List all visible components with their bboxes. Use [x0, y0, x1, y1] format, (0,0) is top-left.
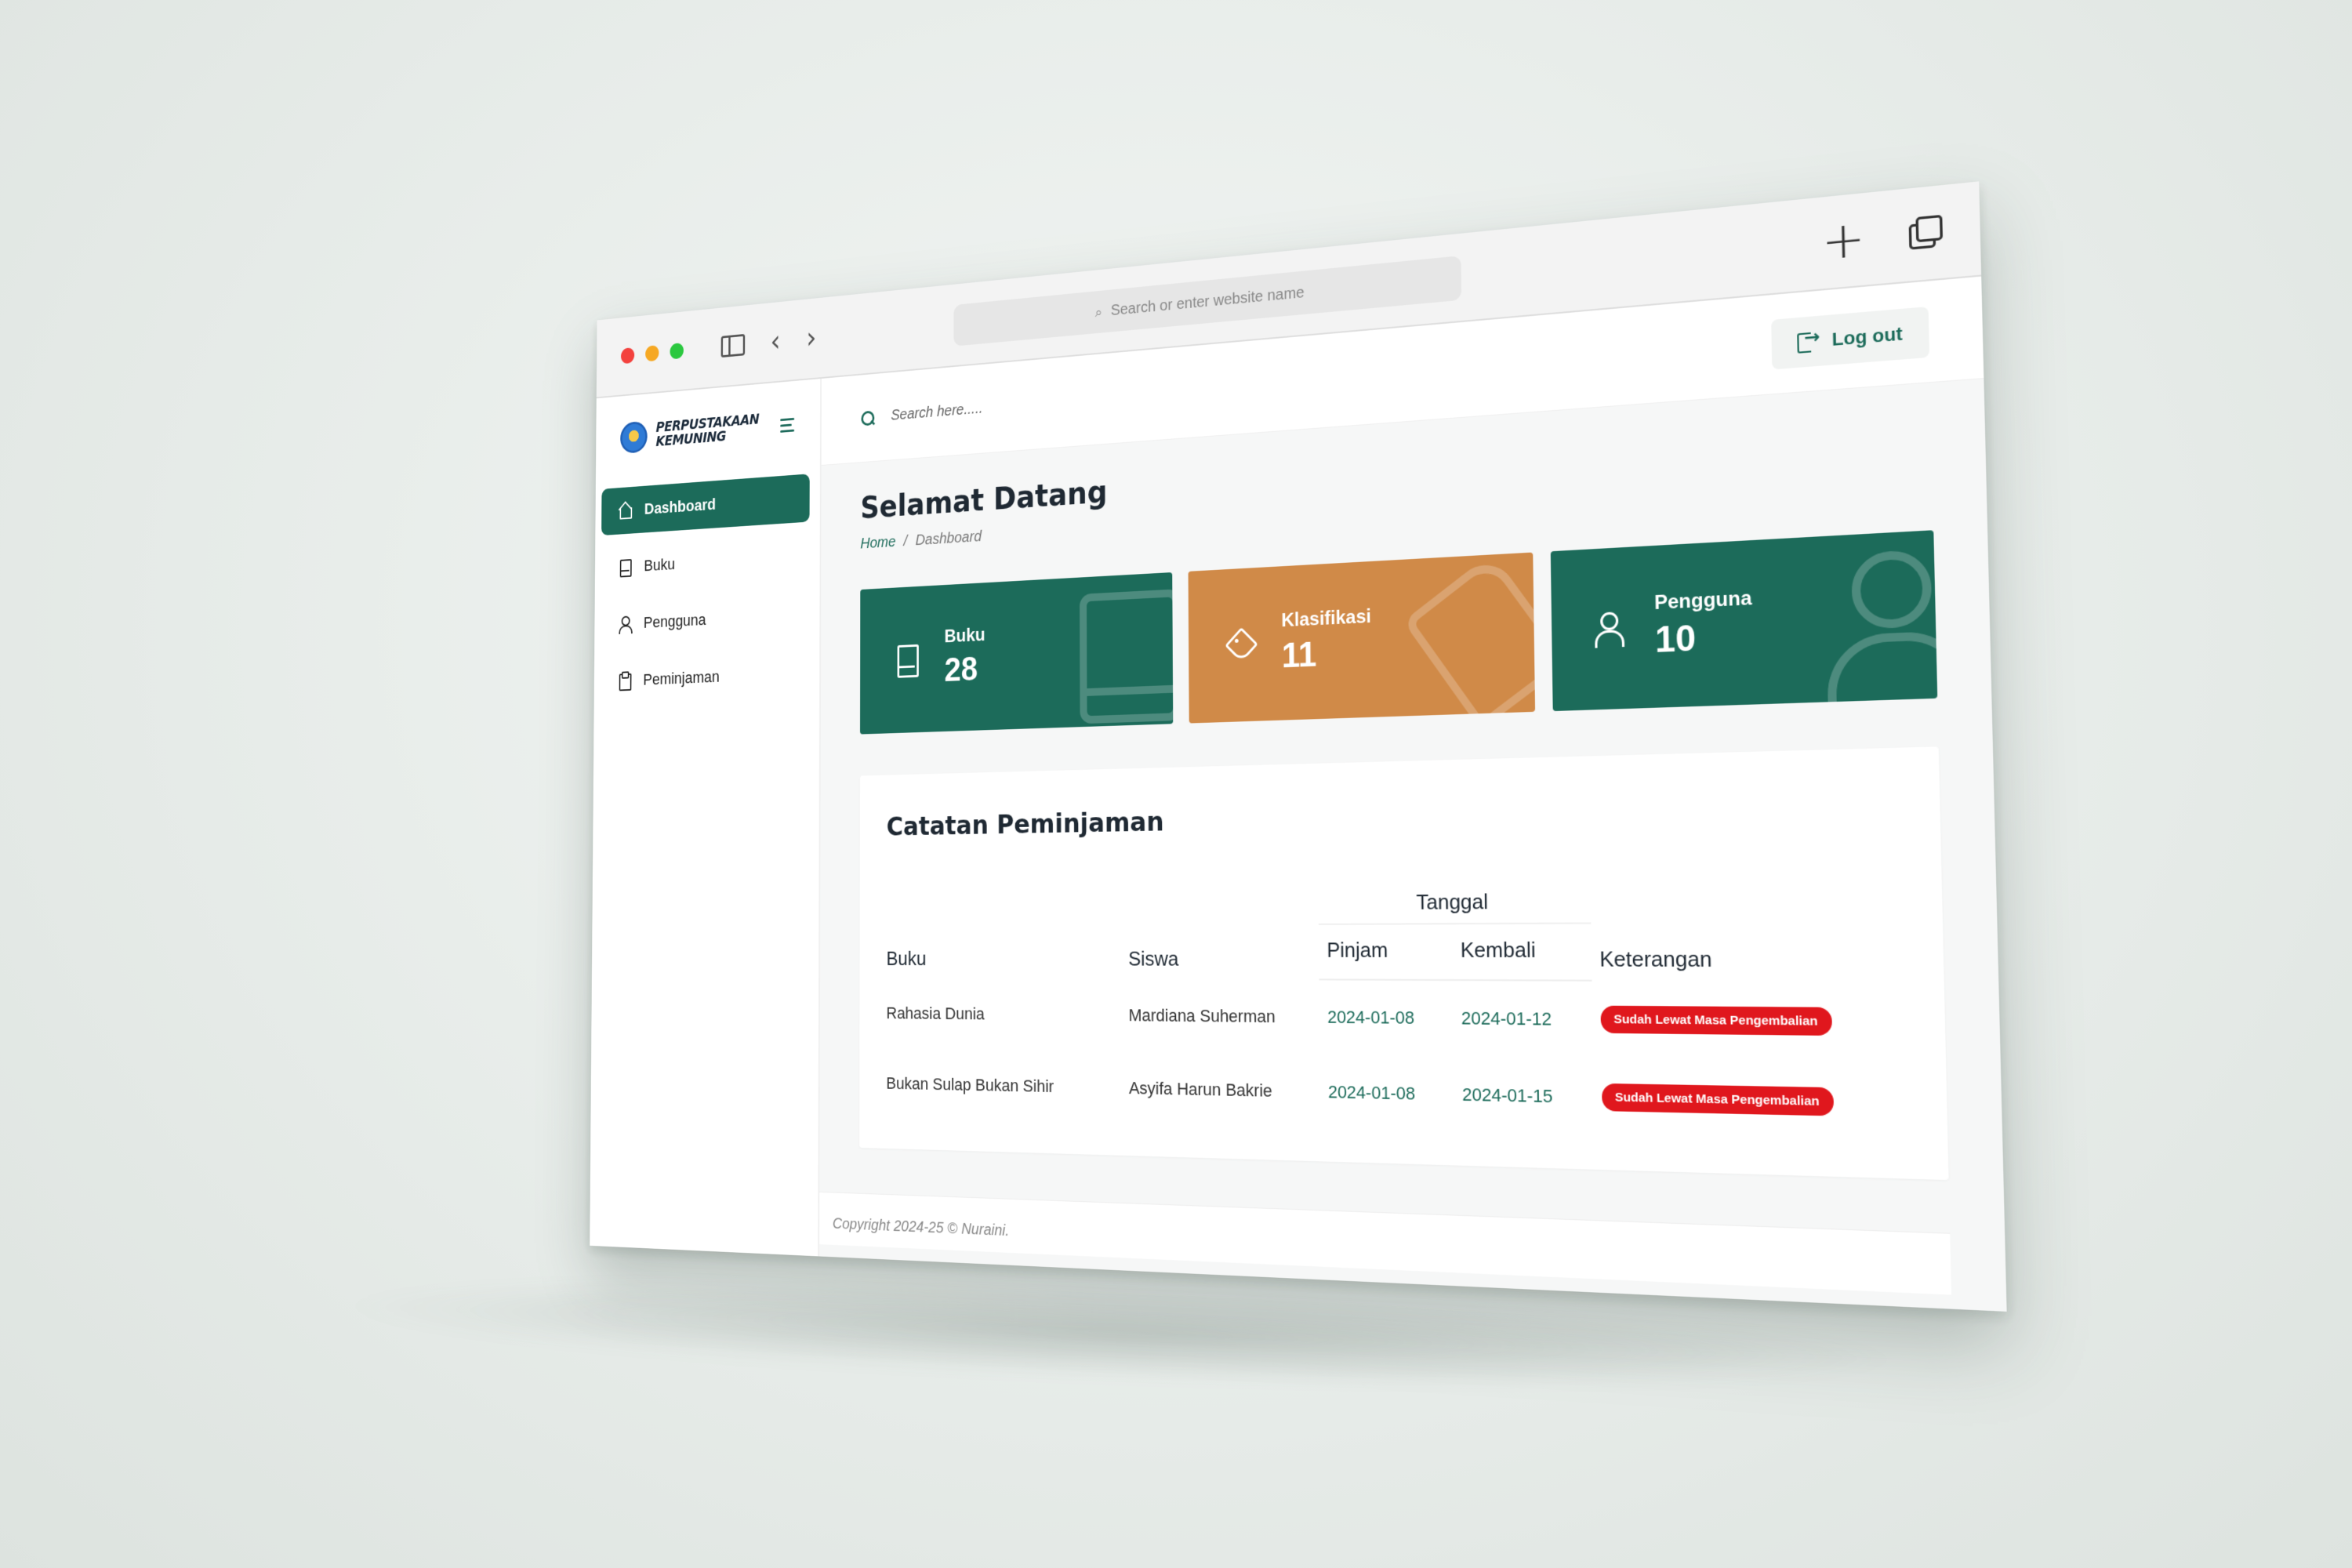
user-icon — [616, 615, 632, 634]
column-header-keterangan: Keterangan — [1599, 946, 1712, 972]
stat-value: 10 — [1654, 618, 1697, 661]
search-icon — [861, 409, 875, 426]
book-icon — [893, 641, 920, 678]
sidebar-toggle-icon[interactable] — [720, 333, 746, 358]
forward-arrow-icon[interactable]: › — [806, 321, 816, 356]
stat-card-klasifikasi[interactable]: Klasifikasi 11 — [1188, 552, 1536, 724]
logo-icon — [620, 420, 648, 455]
footer: Copyright 2024-25 © Nuraini. — [819, 1191, 1952, 1295]
sidebar: PERPUSTAKAAN KEMUNING Dashboard Buku Pen… — [590, 378, 822, 1257]
book-icon — [617, 557, 633, 577]
sidebar-item-label: Peminjaman — [643, 667, 720, 689]
loan-records-table: Buku Siswa Tanggal Keterangan Pinjam Kem… — [880, 877, 1921, 1144]
sidebar-item-dashboard[interactable]: Dashboard — [601, 474, 810, 536]
browser-actions: + — [1821, 206, 1945, 272]
minimize-window-button[interactable] — [645, 345, 659, 362]
user-icon — [1592, 608, 1626, 649]
cell-siswa: Asyifa Harun Bakrie — [1128, 1077, 1272, 1101]
close-window-button[interactable] — [620, 347, 635, 365]
status-badge: Sudah Lewat Masa Pengembalian — [1601, 1083, 1834, 1116]
app-layout: PERPUSTAKAAN KEMUNING Dashboard Buku Pen… — [590, 276, 2007, 1312]
cell-siswa: Mardiana Suherman — [1128, 1004, 1276, 1026]
card-title: Catatan Peminjaman — [886, 806, 1164, 843]
stat-card-pengguna[interactable]: Pengguna 10 — [1550, 530, 1938, 712]
sidebar-item-pengguna[interactable]: Pengguna — [601, 590, 809, 648]
logout-button[interactable]: Log out — [1771, 306, 1930, 369]
cell-pinjam: 2024-01-08 — [1327, 1081, 1416, 1104]
back-arrow-icon[interactable]: ‹ — [770, 325, 780, 358]
tag-watermark-icon — [1403, 552, 1536, 724]
copyright-text: Copyright 2024-25 © Nuraini. — [832, 1215, 1010, 1240]
maximize-window-button[interactable] — [670, 343, 684, 360]
stat-value: 11 — [1281, 635, 1317, 676]
new-tab-icon[interactable]: + — [1821, 209, 1866, 272]
cell-buku: Bukan Sulap Bukan Sihir — [886, 1073, 1054, 1096]
browser-nav-controls: ‹ › — [720, 321, 817, 361]
tag-icon — [1225, 626, 1255, 664]
main-area: Log out Selamat Datang Home / Dashboard — [818, 276, 2007, 1312]
sidebar-item-label: Pengguna — [643, 610, 706, 632]
address-placeholder: Search or enter website name — [1110, 283, 1305, 319]
brand-name: PERPUSTAKAAN KEMUNING — [655, 411, 760, 450]
status-badge: Sudah Lewat Masa Pengembalian — [1600, 1005, 1832, 1036]
cell-buku: Rahasia Dunia — [886, 1003, 985, 1023]
cell-kembali: 2024-01-15 — [1461, 1083, 1553, 1106]
breadcrumb-home-link[interactable]: Home — [860, 534, 895, 553]
stat-label: Pengguna — [1653, 586, 1752, 615]
browser-window: ‹ › ⌕ Search or enter website name + PER… — [590, 181, 2007, 1312]
column-header-buku: Buku — [886, 946, 927, 970]
cell-keterangan: Sudah Lewat Masa Pengembalian — [1592, 981, 1918, 1063]
stat-value: 28 — [944, 650, 978, 689]
search-icon: ⌕ — [1094, 303, 1102, 321]
home-icon — [617, 501, 633, 521]
sidebar-item-buku[interactable]: Buku — [601, 532, 810, 592]
content: Selamat Datang Home / Dashboard Buku 28 — [819, 379, 2007, 1312]
table-row: Bukan Sulap Bukan Sihir Asyifa Harun Bak… — [880, 1048, 1921, 1145]
user-watermark-icon — [1820, 549, 1937, 699]
sidebar-nav: Dashboard Buku Pengguna Peminjaman — [594, 466, 820, 706]
window-controls — [620, 343, 684, 365]
tabs-overview-icon[interactable] — [1908, 214, 1944, 252]
loan-records-card: Catatan Peminjaman Buku Siswa Tanggal Ke… — [859, 746, 1949, 1181]
cell-keterangan: Sudah Lewat Masa Pengembalian — [1593, 1058, 1921, 1145]
stat-card-buku[interactable]: Buku 28 — [859, 572, 1174, 735]
breadcrumb-separator: / — [903, 532, 908, 550]
column-header-pinjam: Pinjam — [1319, 924, 1454, 981]
sidebar-item-peminjaman[interactable]: Peminjaman — [600, 648, 809, 705]
logout-icon — [1798, 329, 1820, 353]
sidebar-item-label: Buku — [644, 554, 675, 575]
search-input[interactable] — [891, 384, 1167, 425]
clipboard-icon — [616, 671, 633, 690]
stat-label: Buku — [944, 624, 985, 648]
column-header-siswa: Siswa — [1128, 946, 1179, 971]
column-header-tanggal: Tanggal — [1318, 880, 1592, 924]
menu-toggle-icon[interactable] — [780, 417, 795, 433]
breadcrumb-current: Dashboard — [915, 528, 982, 549]
sidebar-item-label: Dashboard — [644, 495, 717, 518]
stat-label: Klasifikasi — [1281, 605, 1372, 632]
book-watermark-icon — [1080, 589, 1174, 724]
column-header-kembali: Kembali — [1452, 923, 1592, 981]
cell-pinjam: 2024-01-08 — [1327, 1007, 1415, 1029]
cell-kembali: 2024-01-12 — [1461, 1007, 1552, 1029]
stat-cards: Buku 28 Klasifikasi 11 Pengguna 10 — [859, 530, 1938, 735]
browser-mockup: ‹ › ⌕ Search or enter website name + PER… — [590, 181, 2007, 1312]
logout-label: Log out — [1831, 322, 1903, 350]
